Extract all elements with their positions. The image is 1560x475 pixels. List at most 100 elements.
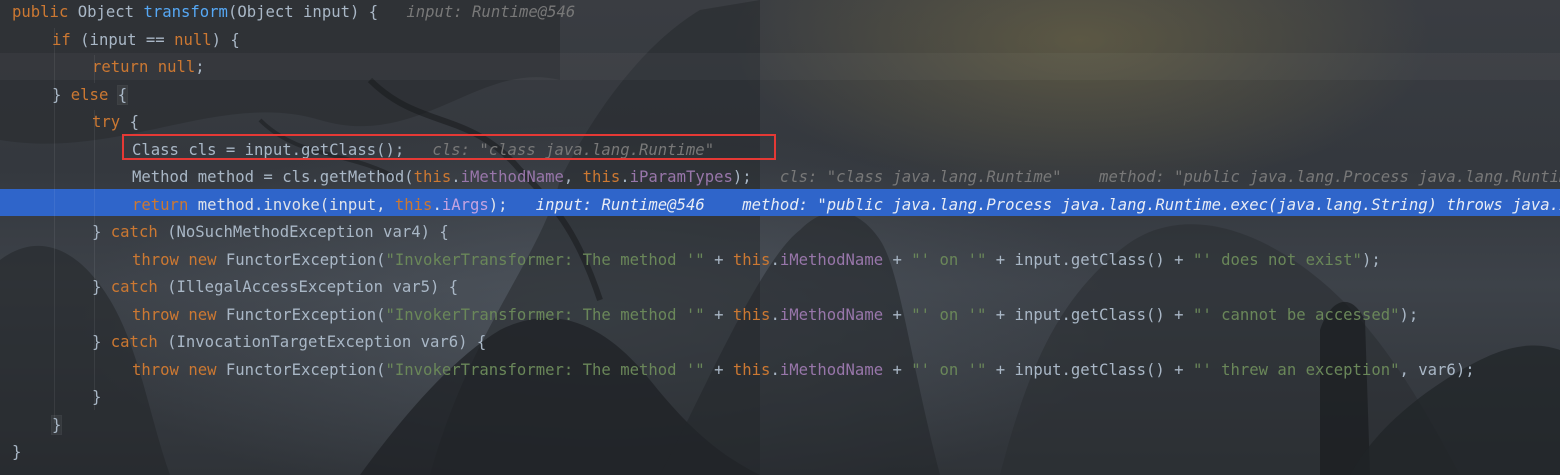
code-line[interactable]: throw new FunctorException("InvokerTrans… bbox=[132, 357, 1475, 385]
code-token: return bbox=[132, 195, 198, 214]
code-token: throw new bbox=[132, 305, 226, 324]
code-token: + input.getClass() + bbox=[986, 250, 1193, 269]
code-line[interactable]: } catch (NoSuchMethodException var4) { bbox=[92, 219, 449, 247]
code-token: ); bbox=[732, 168, 752, 186]
code-line[interactable]: } bbox=[50, 412, 63, 440]
indent-guide bbox=[94, 110, 95, 410]
caret-line-highlight bbox=[0, 53, 1560, 80]
code-token: Method method = cls.getMethod( bbox=[132, 168, 414, 186]
code-token: . bbox=[770, 250, 780, 269]
code-line[interactable]: } catch (InvocationTargetException var6)… bbox=[92, 329, 486, 357]
code-token: iMethodName bbox=[779, 250, 884, 269]
code-token: FunctorException( bbox=[225, 305, 386, 324]
code-token: ); bbox=[1361, 250, 1381, 269]
code-token: "' cannot be accessed" bbox=[1192, 305, 1400, 324]
code-line[interactable]: Method method = cls.getMethod(this.iMeth… bbox=[132, 164, 1560, 192]
code-token: catch bbox=[110, 223, 168, 241]
code-token: this bbox=[394, 195, 433, 214]
code-token: + bbox=[883, 305, 912, 324]
code-token: null bbox=[174, 30, 212, 49]
code-token: } bbox=[12, 443, 22, 461]
code-token: this bbox=[732, 305, 771, 324]
code-token: throw new bbox=[132, 250, 226, 269]
code-token: } bbox=[92, 278, 111, 296]
code-token: else bbox=[70, 85, 118, 104]
code-token: throw new bbox=[132, 360, 226, 379]
code-line-execution-point[interactable]: return method.invoke(input, this.iArgs);… bbox=[132, 192, 1560, 220]
code-token: "' on '" bbox=[911, 360, 987, 379]
code-token: this bbox=[732, 360, 771, 379]
inline-debug-value: input: Runtime@546 bbox=[378, 3, 576, 21]
code-token: ); bbox=[488, 195, 508, 214]
code-line[interactable]: if (input == null) { bbox=[52, 27, 240, 55]
code-token: } bbox=[52, 85, 71, 104]
code-token: , bbox=[563, 168, 583, 186]
code-line[interactable]: } else { bbox=[52, 82, 129, 110]
code-token: ) { bbox=[211, 30, 240, 49]
code-token: this bbox=[732, 250, 771, 269]
code-token: + input.getClass() + bbox=[986, 360, 1193, 379]
code-token: Object bbox=[77, 3, 144, 21]
code-token: + bbox=[704, 360, 733, 379]
code-token: "InvokerTransformer: The method '" bbox=[385, 250, 705, 269]
code-token: } bbox=[92, 223, 111, 241]
code-token: (IllegalAccessException var5) { bbox=[167, 278, 459, 296]
code-line[interactable]: } bbox=[12, 439, 21, 467]
code-token: "InvokerTransformer: The method '" bbox=[385, 360, 705, 379]
code-token: ); bbox=[1399, 305, 1419, 324]
code-token: catch bbox=[110, 278, 168, 296]
code-token: (InvocationTargetException var6) { bbox=[167, 333, 487, 351]
code-token: this bbox=[413, 168, 452, 186]
code-token: + input.getClass() + bbox=[986, 305, 1193, 324]
code-token: + bbox=[883, 250, 912, 269]
code-token: iArgs bbox=[441, 195, 489, 214]
code-token: FunctorException( bbox=[225, 250, 386, 269]
code-token: + bbox=[704, 250, 733, 269]
code-token: if bbox=[52, 30, 81, 49]
code-line[interactable]: throw new FunctorException("InvokerTrans… bbox=[132, 302, 1418, 330]
code-token: (NoSuchMethodException var4) { bbox=[167, 223, 449, 241]
code-token: iMethodName bbox=[779, 305, 884, 324]
code-token: public bbox=[12, 3, 78, 21]
code-token: null bbox=[157, 58, 196, 76]
code-token: iMethodName bbox=[460, 168, 564, 186]
code-token: . bbox=[770, 305, 780, 324]
code-token: + bbox=[883, 360, 912, 379]
code-token: + bbox=[704, 305, 733, 324]
code-token: . bbox=[620, 168, 630, 186]
code-token: "' on '" bbox=[911, 305, 987, 324]
code-token: return bbox=[92, 58, 158, 76]
inline-debug-value: cls: "class java.lang.Runtime" method: "… bbox=[779, 168, 1560, 186]
code-token: FunctorException( bbox=[225, 360, 386, 379]
inline-debug-value: input: Runtime@546 method: "public java.… bbox=[535, 195, 1560, 214]
code-token: "InvokerTransformer: The method '" bbox=[385, 305, 705, 324]
code-token: . bbox=[451, 168, 461, 186]
code-line[interactable]: return null; bbox=[92, 54, 205, 82]
code-token: "' on '" bbox=[911, 250, 987, 269]
code-token: iMethodName bbox=[779, 360, 884, 379]
code-token: this bbox=[582, 168, 621, 186]
code-token: method.invoke(input, bbox=[197, 195, 395, 214]
code-token: . bbox=[770, 360, 780, 379]
code-token: { bbox=[116, 84, 129, 105]
code-token: iParamTypes bbox=[629, 168, 733, 186]
code-token: } bbox=[50, 414, 63, 435]
code-line[interactable]: try { bbox=[92, 109, 139, 137]
code-token: . bbox=[432, 195, 442, 214]
code-token: transform bbox=[143, 3, 228, 21]
highlight-annotation-box bbox=[122, 134, 776, 160]
code-token: , var6); bbox=[1399, 360, 1475, 379]
code-line[interactable]: } bbox=[92, 384, 101, 412]
code-line[interactable]: public Object transform(Object input) { … bbox=[12, 0, 575, 27]
code-line[interactable]: } catch (IllegalAccessException var5) { bbox=[92, 274, 458, 302]
code-token: ; bbox=[195, 58, 205, 76]
code-token: } bbox=[92, 333, 111, 351]
code-editor[interactable]: public Object transform(Object input) { … bbox=[0, 0, 1560, 475]
code-token: "' does not exist" bbox=[1192, 250, 1362, 269]
code-line[interactable]: throw new FunctorException("InvokerTrans… bbox=[132, 247, 1381, 275]
code-token: (input == bbox=[80, 30, 175, 49]
code-token: "' threw an exception" bbox=[1192, 360, 1400, 379]
code-token: { bbox=[129, 113, 139, 131]
code-token: (Object input) { bbox=[227, 3, 379, 21]
code-token: } bbox=[92, 388, 102, 406]
